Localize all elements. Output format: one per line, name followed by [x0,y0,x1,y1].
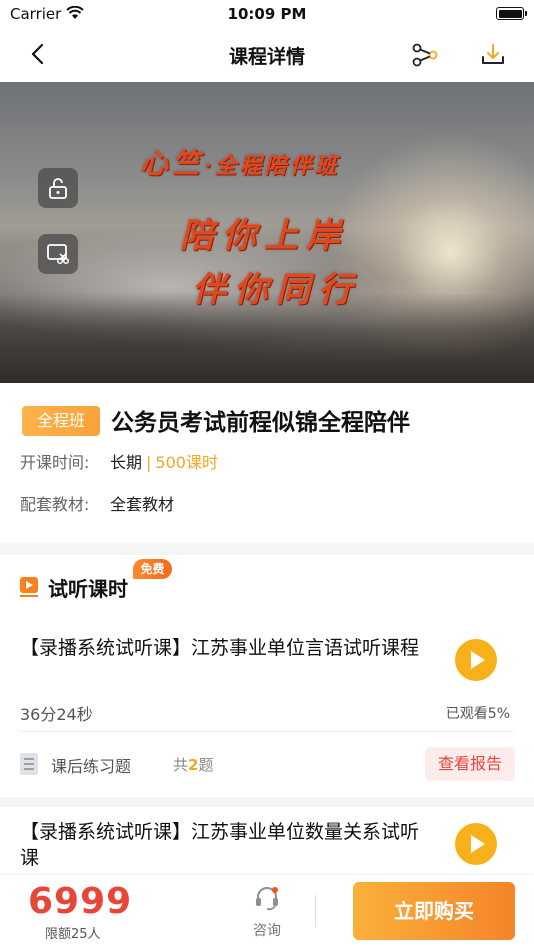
count-suffix: 题 [198,756,214,774]
screenshot-clip-button[interactable] [38,234,78,274]
divider [20,731,514,732]
play-button[interactable] [455,639,497,681]
lesson-title: 【录播系统试听课】江苏事业单位言语试听课程 [20,637,420,659]
watch-progress: 已观看5% [445,706,510,722]
free-badge: 免费 [133,559,172,579]
section-divider [0,797,534,807]
clock: 10:09 PM [227,5,307,23]
count-number: 2 [188,756,199,774]
lesson-duration: 36分24秒 [20,705,93,724]
exercise-count: 共2题 [173,754,213,775]
course-info: 全程班 公务员考试前程似锦全程陪伴 开课时间: 长期 | 500课时 配套教材: 全套教… [0,383,534,543]
material-row: 配套教材: 全套教材 [20,491,174,515]
exercise-label[interactable]: 课后练习题 [51,753,131,777]
start-time-value: 长期 [110,453,143,472]
material-value: 全套教材 [110,495,175,514]
video-player[interactable]: 心竺·全程陪伴班 陪你上岸 伴你同行 [0,82,534,383]
enrollment-limit: 限额25人 [45,927,101,942]
video-caption-line3: 伴你同行 [192,270,360,310]
lesson-item[interactable]: 【录播系统试听课】江苏事业单位言语试听课程 36分24秒 已观看5% 课后练习题… [0,635,534,795]
navigation-bar: 课程详情 [0,28,534,82]
play-button[interactable] [455,823,497,865]
video-caption-line1: 心竺·全程陪伴班 [140,142,340,182]
course-title: 公务员考试前程似锦全程陪伴 [111,410,410,436]
scissors-icon [47,244,70,265]
consult-label[interactable]: 咨询 [253,920,281,940]
video-play-icon-base [20,595,38,597]
battery-icon [496,7,527,20]
lesson-title: 【录播系统试听课】江苏事业单位数量关系试听课 [20,821,420,869]
price: 6999 [28,881,133,922]
start-time-label: 开课时间: [20,453,90,472]
trial-section-title: 试听课时 [48,577,128,601]
material-label: 配套教材: [20,495,90,514]
status-bar: Carrier 10:09 PM [0,0,534,28]
video-brand: 心竺 [140,147,205,180]
headset-icon[interactable] [253,885,281,911]
divider [315,895,316,927]
buy-now-button[interactable]: 立即购买 [353,882,515,940]
course-type-tag: 全程班 [22,406,100,436]
share-icon[interactable] [410,40,440,70]
video-play-icon [20,577,38,593]
video-class-name: ·全程陪伴班 [204,153,340,179]
lesson-item[interactable]: 【录播系统试听课】江苏事业单位数量关系试听课 [0,819,534,879]
download-icon[interactable] [478,40,508,70]
document-icon [20,753,38,775]
view-report-button[interactable]: 查看报告 [425,747,515,781]
separator: | [146,453,152,472]
purchase-bar: 6999 限额25人 咨询 立即购买 [0,875,534,950]
trial-section-header: 试听课时 免费 [0,555,534,615]
count-prefix: 共 [173,756,189,774]
start-time-row: 开课时间: 长期 | 500课时 [20,449,218,473]
video-caption-line2: 陪你上岸 [180,216,348,256]
course-hours: 500课时 [155,453,218,472]
unlock-icon [49,178,67,199]
page-title: 课程详情 [228,46,305,68]
section-divider [0,543,534,555]
screen-lock-button[interactable] [38,168,78,208]
